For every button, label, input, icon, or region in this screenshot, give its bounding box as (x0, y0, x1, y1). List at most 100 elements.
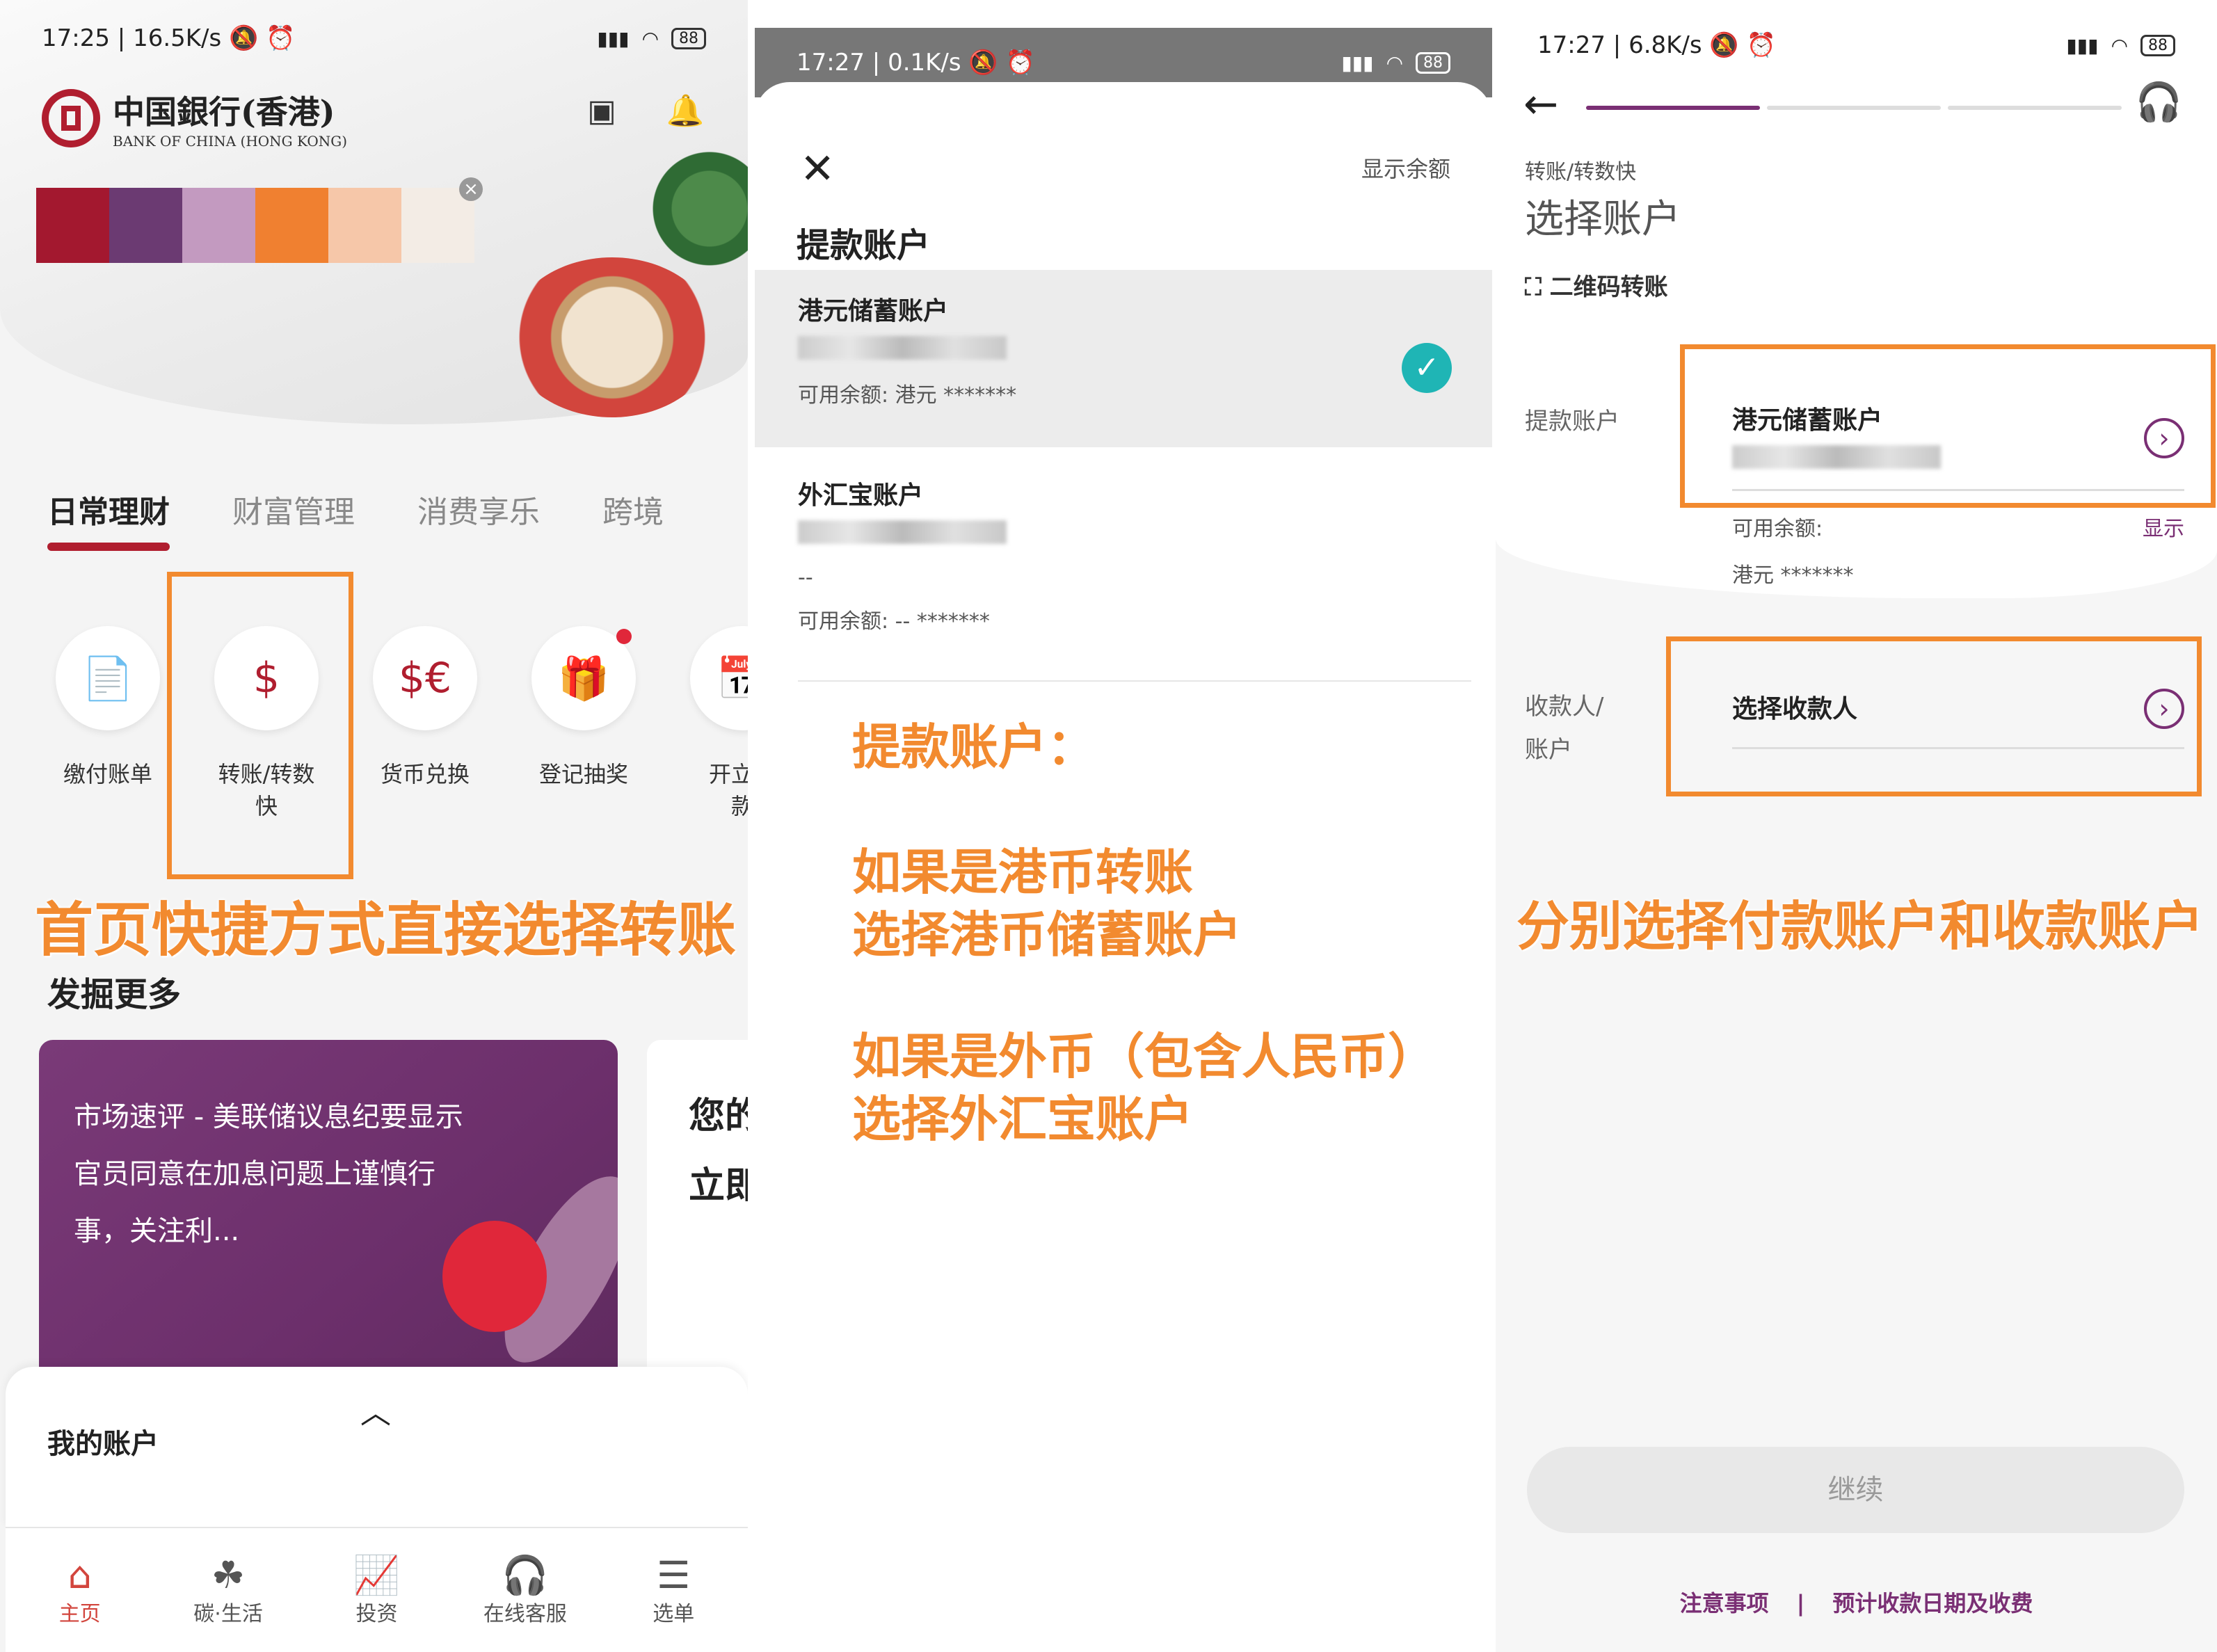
chart-icon: 📈 (353, 1553, 401, 1597)
highlight-box (1680, 344, 2216, 508)
swatch (255, 188, 328, 263)
annotation-caption: 首页快捷方式直接选择转账 (35, 896, 737, 964)
close-icon[interactable]: ✕ (800, 145, 835, 193)
status-time: 17:27 (1537, 31, 1606, 59)
logo-cn: 中国銀行(香港) (113, 93, 335, 131)
headset-icon: 🎧 (502, 1553, 549, 1597)
qr-transfer-link[interactable]: ⛶ 二维码转账 (1525, 268, 1668, 302)
highlight-box (167, 572, 353, 879)
page-title: 选择账户 (1525, 197, 1681, 242)
coffee-cup-decoration (508, 257, 717, 417)
swatch (328, 188, 401, 263)
status-speed: 16.5K/s (133, 24, 222, 52)
notes-link[interactable]: 注意事项 (1680, 1590, 1769, 1617)
wifi-icon: ◠ (2111, 33, 2128, 57)
show-balance-link[interactable]: 显示余额 (1361, 152, 1450, 184)
show-balance-link[interactable]: 显示 (2143, 511, 2184, 542)
wifi-icon: ◠ (1386, 51, 1403, 74)
battery-icon: 88 (671, 27, 706, 49)
status-speed: 0.1K/s (888, 49, 961, 77)
home-screen: 17:25 | 16.5K/s 🔕 ⏰ ▮▮▮ ◠ 88 中国銀行(香港) BANK… (0, 0, 748, 1652)
notification-dot (616, 629, 632, 644)
bottom-nav: ⌂ 主页 ☘ 碳·生活 📈 投资 🎧 在线客服 ☰ 选单 (6, 1527, 748, 1652)
nav-label: 投资 (355, 1602, 398, 1626)
quick-label: 开立定 款 (708, 761, 748, 819)
select-account-screen: 17:27 | 6.8K/s 🔕 ⏰ ▮▮▮ ◠ 88 ← 🎧 转账/转数快 选择账… (1496, 0, 2217, 1652)
category-tabs: 日常理财 财富管理 消费享乐 跨境 (47, 487, 664, 551)
tab-lifestyle[interactable]: 消费享乐 (417, 487, 540, 531)
annotation-line: 提款账户： (852, 719, 1096, 776)
annotation-line: 如果是港币转账 (852, 844, 1193, 901)
card-line: 立即 (689, 1165, 748, 1207)
status-time: 17:27 (797, 49, 865, 77)
bank-logo: 中国銀行(香港) BANK OF CHINA (HONG KONG) (42, 87, 347, 150)
swatch (182, 188, 255, 263)
signal-icon: ▮▮▮ (597, 26, 630, 50)
battery-icon: 88 (2140, 34, 2175, 56)
nav-menu[interactable]: ☰ 选单 (614, 1555, 733, 1627)
account-extra: -- (798, 566, 813, 590)
separator: | (1796, 1590, 1805, 1617)
chevron-up-icon[interactable]: ︿ (360, 1388, 391, 1432)
account-balance: 可用余额: -- ******* (798, 609, 990, 634)
sheet-title: 提款账户 (797, 226, 931, 265)
nav-label: 选单 (653, 1602, 695, 1626)
account-picker-sheet: ✕ 显示余额 提款账户 港元储蓄账户 可用余额: 港元 ******* ✓ 外汇… (755, 82, 1492, 1652)
from-account-label: 提款账户 (1525, 408, 1619, 435)
continue-button[interactable]: 继续 (1527, 1447, 2184, 1533)
gift-icon: 🎁 (531, 626, 636, 730)
qr-label: 二维码转账 (1549, 273, 1668, 301)
account-name: 港元储蓄账户 (798, 297, 949, 326)
highlight-box (1666, 636, 2202, 796)
promo-text: 市场速评 - 美联储议息纪要显示官员同意在加息问题上谨慎行事，关注利... (74, 1101, 463, 1247)
quick-label: 登记抽奖 (538, 761, 628, 787)
leaf-icon: ☘ (211, 1553, 246, 1597)
bell-icon[interactable]: 🔔 (664, 90, 706, 132)
available-label: 可用余额: (1732, 517, 1823, 541)
plant-decoration (647, 139, 748, 278)
calculator-icon[interactable]: ▣ (581, 90, 623, 132)
menu-icon: ☰ (657, 1553, 691, 1597)
masked-account-number (798, 336, 1007, 360)
account-balance: 可用余额: 港元 ******* (798, 383, 1017, 408)
home-icon: ⌂ (67, 1553, 92, 1597)
quick-exchange[interactable]: $€ 货币兑换 (355, 626, 495, 790)
quick-label: 货币兑换 (380, 761, 470, 787)
promo-card[interactable]: 市场速评 - 美联储议息纪要显示官员同意在加息问题上谨慎行事，关注利... (39, 1040, 618, 1402)
tab-daily[interactable]: 日常理财 (47, 487, 170, 551)
quick-lucky-draw[interactable]: 🎁 登记抽奖 (514, 626, 653, 790)
promo-card-partial[interactable]: 您的 立即 (647, 1040, 748, 1402)
nav-home[interactable]: ⌂ 主页 (21, 1555, 139, 1627)
nav-invest[interactable]: 📈 投资 (317, 1555, 435, 1627)
my-accounts-sheet[interactable]: ︿ 我的账户 (6, 1367, 748, 1527)
quick-pay-bills[interactable]: 📄 缴付账单 (38, 626, 177, 790)
nav-label: 在线客服 (483, 1602, 567, 1626)
back-arrow-icon[interactable]: ← (1523, 80, 1558, 129)
nav-label: 碳·生活 (193, 1602, 263, 1626)
nav-support[interactable]: 🎧 在线客服 (466, 1555, 584, 1627)
signal-icon: ▮▮▮ (1341, 51, 1374, 74)
account-name: 外汇宝账户 (798, 481, 924, 510)
annotation-caption: 分别选择付款账户和收款账户 (1516, 895, 2204, 957)
tab-wealth[interactable]: 财富管理 (232, 487, 355, 531)
exchange-icon: $€ (373, 626, 477, 730)
boc-logo-icon (42, 89, 100, 147)
wifi-icon: ◠ (641, 26, 659, 50)
close-icon[interactable]: × (459, 177, 483, 201)
fee-link[interactable]: 预计收款日期及收费 (1832, 1590, 2033, 1617)
status-bar: 17:27 | 6.8K/s 🔕 ⏰ ▮▮▮ ◠ 88 (1496, 14, 2217, 77)
swatch (109, 188, 182, 263)
tab-cross-border[interactable]: 跨境 (602, 487, 664, 531)
progress-step (1948, 106, 2122, 110)
deposit-icon: 📅 (690, 626, 748, 730)
my-accounts-label: 我的账户 (47, 1428, 159, 1460)
nav-carbon[interactable]: ☘ 碳·生活 (169, 1555, 287, 1627)
headset-icon[interactable]: 🎧 (2136, 80, 2182, 125)
annotation-line: 如果是外币（包含人民币） (852, 1028, 1436, 1085)
color-swatch-banner[interactable] (36, 188, 474, 263)
account-row-fx[interactable]: 外汇宝账户 -- 可用余额: -- ******* (755, 447, 1492, 680)
battery-icon: 88 (1416, 51, 1450, 74)
quick-time-deposit[interactable]: 📅 开立定 款 (673, 626, 748, 822)
to-account-label: 收款人/ 账户 (1525, 693, 1604, 764)
account-row-hkd-savings[interactable]: 港元储蓄账户 可用余额: 港元 ******* ✓ (755, 270, 1492, 447)
